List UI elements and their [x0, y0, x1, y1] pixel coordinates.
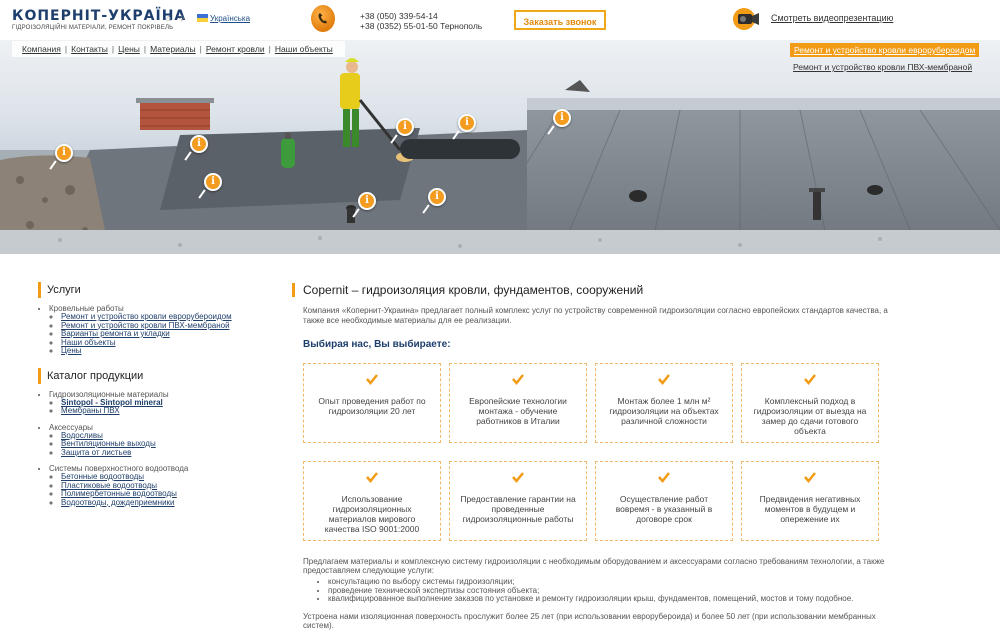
- advantage-text: Опыт проведения работ по гидроизоляции 2…: [318, 396, 426, 416]
- services-list: Кровельные работы Ремонт и устройство кр…: [38, 304, 238, 356]
- sidebar-item-rain-inlets[interactable]: Водоотводы, дождеприемники: [61, 498, 175, 507]
- advantage-text: Монтаж более 1 млн м² гидроизоляции на о…: [609, 396, 719, 426]
- logo-text: КОПЕРНІТ-УКРАЇНА: [12, 8, 187, 24]
- advantage-text: Комплексный подход в гидроизоляции от вы…: [753, 396, 867, 436]
- outro-text: Предлагаем материалы и комплексную систе…: [303, 557, 885, 575]
- advantage-text: Осуществление работ вовремя - в указанны…: [615, 494, 713, 524]
- info-pin-icon[interactable]: i: [553, 109, 571, 127]
- services-description: Предлагаем материалы и комплексную систе…: [303, 557, 888, 630]
- nav-item-roof-repair[interactable]: Ремонт кровли: [202, 44, 269, 54]
- site-header: КОПЕРНІТ-УКРАЇНА ГІДРОІЗОЛЯЦІЙНІ МАТЕРІА…: [0, 0, 1000, 40]
- nav-item-contacts[interactable]: Контакты: [67, 44, 112, 54]
- info-pin-icon[interactable]: i: [396, 118, 414, 136]
- info-pin-icon[interactable]: i: [190, 135, 208, 153]
- main-content: Copernit – гидроизоляция кровли, фундаме…: [292, 283, 892, 630]
- info-pin-icon[interactable]: i: [458, 114, 476, 132]
- nav-item-prices[interactable]: Цены: [114, 44, 144, 54]
- main-navigation: Компания | Контакты | Цены | Материалы | Рем…: [12, 41, 345, 57]
- advantage-card: Осуществление работ вовремя - в указанны…: [595, 461, 733, 541]
- advantage-text: Предоставление гарантии на проведенные г…: [460, 494, 576, 524]
- callback-button[interactable]: Заказать звонок: [514, 10, 606, 30]
- sidebar: Услуги Кровельные работы Ремонт и устрой…: [38, 282, 238, 508]
- advantage-card: Монтаж более 1 млн м² гидроизоляции на о…: [595, 363, 733, 443]
- intro-text: Компания «Копернит-Украина» предлагает п…: [303, 306, 888, 325]
- checkmark-icon: [512, 374, 524, 385]
- checkmark-icon: [658, 472, 670, 483]
- phone-numbers: +38 (050) 339-54-14 +38 (0352) 55-01-50 …: [360, 11, 482, 31]
- catalog-list: Гидроизоляционные материалы Sintopol - S…: [38, 390, 238, 508]
- checkmark-icon: [804, 472, 816, 483]
- checkmark-icon: [658, 374, 670, 385]
- advantage-card: Опыт проведения работ по гидроизоляции 2…: [303, 363, 441, 443]
- promo-euroruberoid-link[interactable]: Ремонт и устройство кровли еврорубероидо…: [790, 43, 980, 57]
- advantage-text: Использование гидроизоляционных материал…: [324, 494, 420, 534]
- page-title: Copernit – гидроизоляция кровли, фундаме…: [292, 283, 892, 297]
- info-pin-icon[interactable]: i: [428, 188, 446, 206]
- sidebar-item-prices[interactable]: Цены: [61, 346, 82, 355]
- info-pin-icon[interactable]: i: [204, 173, 222, 191]
- phone-number-2: +38 (0352) 55-01-50 Тернополь: [360, 21, 483, 31]
- language-switch[interactable]: Українська: [197, 14, 250, 23]
- utility-icons: ⌂ ⊹: [166, 13, 186, 24]
- roof-scene-illustration: [0, 58, 1000, 254]
- phone-icon: [311, 5, 335, 32]
- list-item: квалифицированное выполнение заказов по …: [328, 594, 888, 604]
- sidebar-item-pvc-membranes[interactable]: Мембраны ПВХ: [61, 406, 120, 415]
- checkmark-icon: [804, 374, 816, 385]
- services-offered-list: консультацию по выбору системы гидроизол…: [303, 577, 888, 604]
- catalog-title: Каталог продукции: [38, 367, 238, 384]
- logo-tagline: ГІДРОІЗОЛЯЦІЙНІ МАТЕРІАЛИ, РЕМОНТ ПОКРІВ…: [12, 25, 174, 31]
- services-title: Услуги: [38, 282, 238, 298]
- catalog-group: Системы поверхностного водоотвода Бетонн…: [49, 464, 238, 507]
- checkmark-icon: [366, 472, 378, 483]
- advantage-card: Предоставление гарантии на проведенные г…: [449, 461, 587, 541]
- logo[interactable]: КОПЕРНІТ-УКРАЇНА ГІДРОІЗОЛЯЦІЙНІ МАТЕРІА…: [12, 9, 186, 31]
- sitemap-icon[interactable]: ⊹: [178, 13, 186, 23]
- durability-text: Устроена нами изоляционная поверхность п…: [303, 611, 876, 630]
- advantage-text: Предвидения негативных моментов в будуще…: [759, 494, 861, 524]
- home-icon[interactable]: ⌂: [166, 13, 171, 23]
- checkmark-icon: [366, 374, 378, 385]
- hero-roof-illustration: Компания | Контакты | Цены | Материалы | Рем…: [0, 40, 1000, 254]
- nav-item-company[interactable]: Компания: [18, 44, 65, 54]
- advantage-card: Европейские технологии монтажа - обучени…: [449, 363, 587, 443]
- info-pin-icon[interactable]: i: [358, 192, 376, 210]
- catalog-group: Гидроизоляционные материалы Sintopol - S…: [49, 390, 238, 416]
- nav-item-materials[interactable]: Материалы: [146, 44, 200, 54]
- advantage-text: Европейские технологии монтажа - обучени…: [469, 396, 567, 426]
- checkmark-icon: [512, 472, 524, 483]
- info-pin-icon[interactable]: i: [55, 144, 73, 162]
- sidebar-item-leaf-guard[interactable]: Защита от листьев: [61, 448, 131, 457]
- video-camera-icon[interactable]: [733, 6, 761, 32]
- promo-pvc-membrane-link[interactable]: Ремонт и устройство кровли ПВХ-мембраной: [793, 62, 972, 72]
- language-link[interactable]: Українська: [210, 14, 250, 23]
- advantage-card: Использование гидроизоляционных материал…: [303, 461, 441, 541]
- video-presentation-link[interactable]: Смотреть видеопрезентацию: [771, 13, 893, 23]
- catalog-group: Аксессуары Водосливы Вентиляционные выхо…: [49, 423, 238, 458]
- advantage-card: Предвидения негативных моментов в будуще…: [741, 461, 879, 541]
- ukraine-flag-icon: [197, 14, 208, 22]
- services-group: Кровельные работы Ремонт и устройство кр…: [49, 304, 238, 356]
- phone-number-1: +38 (050) 339-54-14: [360, 11, 438, 21]
- nav-item-our-objects[interactable]: Наши объекты: [271, 44, 337, 54]
- advantage-card: Комплексный подход в гидроизоляции от вы…: [741, 363, 879, 443]
- choose-heading: Выбирая нас, Вы выбираете:: [303, 339, 451, 350]
